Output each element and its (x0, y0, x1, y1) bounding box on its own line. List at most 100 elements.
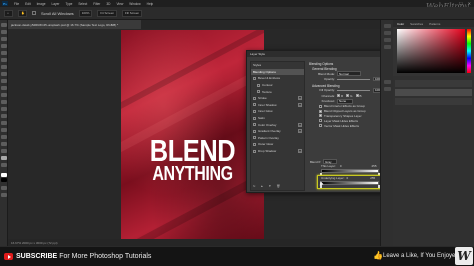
style-checkbox[interactable] (253, 76, 256, 80)
paragraph-panel-icon[interactable] (384, 80, 391, 84)
knockout-select[interactable]: None (337, 99, 353, 104)
add-effect-icon[interactable]: + (298, 149, 302, 154)
hand-tool-active-icon[interactable] (1, 156, 7, 160)
stamp-tool-icon[interactable] (1, 86, 7, 90)
quick-select-tool-icon[interactable] (1, 44, 7, 48)
style-checkbox[interactable] (257, 90, 260, 94)
style-item-stroke[interactable]: Stroke + (251, 95, 304, 102)
adjustments-panel-icon[interactable] (384, 38, 391, 42)
style-item-bevel-emboss[interactable]: Bevel & Emboss (251, 75, 304, 82)
shape-tool-icon[interactable] (1, 149, 7, 153)
hue-slider[interactable] (467, 29, 471, 73)
background-color-swatch[interactable] (1, 178, 7, 182)
blur-tool-icon[interactable] (1, 114, 7, 118)
tab-color[interactable]: Color (397, 22, 404, 26)
frame-tool-icon[interactable] (1, 58, 7, 62)
layer-row[interactable] (395, 89, 472, 96)
style-checkbox[interactable] (257, 83, 260, 87)
fit-screen-button[interactable]: Fit Screen (97, 9, 118, 17)
fx-icon[interactable]: fx (253, 184, 255, 188)
style-checkbox[interactable] (253, 149, 256, 153)
properties-panel-icon[interactable] (384, 31, 391, 35)
style-checkbox[interactable] (253, 109, 256, 113)
style-checkbox[interactable] (253, 136, 256, 140)
eyedropper-tool-icon[interactable] (1, 65, 7, 69)
layer-row[interactable] (395, 98, 472, 105)
channel-g-checkbox[interactable] (346, 94, 350, 98)
arrow-up-icon[interactable]: ▲ (260, 184, 263, 188)
menu-image[interactable]: Image (37, 2, 46, 6)
style-item-pattern-overlay[interactable]: Pattern Overlay (251, 135, 304, 142)
channel-r-checkbox[interactable] (337, 94, 340, 98)
style-checkbox[interactable] (253, 96, 256, 100)
style-checkbox[interactable] (253, 116, 256, 120)
path-select-tool-icon[interactable] (1, 142, 7, 146)
layer-row[interactable] (395, 80, 472, 87)
quick-mask-icon[interactable] (1, 186, 7, 190)
type-tool-icon[interactable] (1, 135, 7, 139)
brush-tool-icon[interactable] (1, 79, 7, 83)
add-effect-icon[interactable]: + (298, 96, 302, 101)
color-picker-field[interactable] (397, 29, 465, 73)
style-item-texture[interactable]: Texture (251, 88, 304, 95)
healing-tool-icon[interactable] (1, 72, 7, 76)
style-item-outer-glow[interactable]: Outer Glow (251, 141, 304, 148)
fill-opacity-slider[interactable] (337, 89, 370, 91)
home-button[interactable]: ⌂ (4, 9, 13, 17)
poster-canvas[interactable]: BLEND ANYTHING (121, 30, 264, 247)
blend-if-select[interactable]: Gray (323, 159, 337, 164)
document-tab[interactable]: jackson-david-y52RRZC45-unsplash.psd @ 1… (8, 20, 141, 29)
menu-edit[interactable]: Edit (25, 2, 31, 6)
scroll-all-checkbox[interactable] (32, 11, 36, 15)
add-effect-icon[interactable]: + (298, 122, 302, 127)
screen-mode-icon[interactable] (1, 193, 7, 197)
style-checkbox[interactable] (253, 123, 256, 127)
crop-tool-icon[interactable] (1, 51, 7, 55)
add-effect-icon[interactable]: + (298, 129, 302, 134)
channel-b-checkbox[interactable] (355, 94, 359, 98)
trash-icon[interactable]: 🗑 (276, 184, 280, 188)
tab-patterns[interactable]: Patterns (429, 22, 440, 26)
menu-select[interactable]: Select (78, 2, 87, 6)
style-item-inner-glow[interactable]: Inner Glow (251, 108, 304, 115)
foreground-color-swatch[interactable] (1, 173, 7, 177)
opacity-slider[interactable] (337, 78, 370, 80)
add-effect-icon[interactable]: + (298, 102, 302, 107)
zoom-tool-icon[interactable] (1, 163, 7, 167)
style-item-contour[interactable]: Contour (251, 82, 304, 89)
arrow-down-icon[interactable]: ▼ (268, 184, 271, 188)
blend-mode-select[interactable]: Normal (337, 71, 361, 76)
blend-interior-checkbox[interactable] (319, 104, 322, 108)
menu-3d[interactable]: 3D (106, 2, 110, 6)
menu-file[interactable]: File (14, 2, 19, 6)
character-panel-icon[interactable] (384, 87, 391, 91)
fill-screen-button[interactable]: Fill Screen (122, 9, 143, 17)
style-item-blending-options[interactable]: Blending Options (251, 68, 304, 76)
menu-layer[interactable]: Layer (52, 2, 60, 6)
blend-clipped-checkbox[interactable] (319, 109, 322, 113)
menu-help[interactable]: Help (147, 2, 154, 6)
style-item-drop-shadow[interactable]: Drop Shadow + (251, 148, 304, 155)
style-item-satin[interactable]: Satin (251, 115, 304, 122)
libraries-panel-icon[interactable] (384, 45, 391, 49)
style-item-gradient-overlay[interactable]: Gradient Overlay + (251, 128, 304, 135)
transparency-shapes-checkbox[interactable] (319, 114, 322, 118)
history-brush-tool-icon[interactable] (1, 93, 7, 97)
dodge-tool-icon[interactable] (1, 121, 7, 125)
style-item-inner-shadow[interactable]: Inner Shadow + (251, 102, 304, 109)
style-checkbox[interactable] (253, 142, 256, 146)
zoom-percent-button[interactable]: 100% (78, 9, 93, 17)
hand-tool-icon[interactable]: ✋ (18, 9, 27, 17)
style-checkbox[interactable] (253, 129, 256, 133)
tab-swatches[interactable]: Swatches (410, 22, 423, 26)
lasso-tool-icon[interactable] (1, 37, 7, 41)
move-tool-icon[interactable] (1, 23, 7, 27)
vector-mask-checkbox[interactable] (319, 124, 322, 128)
eraser-tool-icon[interactable] (1, 100, 7, 104)
menu-type[interactable]: Type (65, 2, 72, 6)
menu-filter[interactable]: Filter (93, 2, 100, 6)
gradient-tool-icon[interactable] (1, 107, 7, 111)
history-panel-icon[interactable] (384, 24, 391, 28)
styles-list-header[interactable]: Styles (251, 62, 304, 69)
menu-view[interactable]: View (116, 2, 123, 6)
